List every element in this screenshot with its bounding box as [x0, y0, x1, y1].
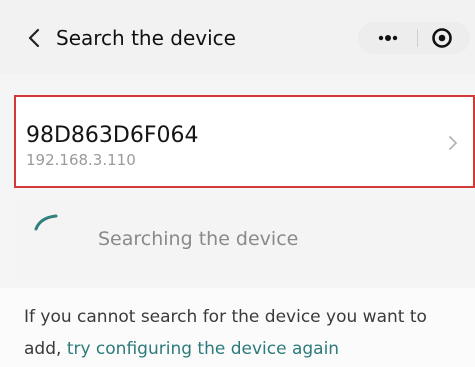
hint-text-line2: add, try configuring the device again	[24, 338, 339, 360]
more-dots-icon[interactable]	[372, 28, 404, 48]
reconfigure-link[interactable]: try configuring the device again	[67, 339, 339, 359]
target-icon[interactable]	[431, 27, 453, 49]
chevron-right-icon	[449, 136, 457, 150]
hint-prefix: add,	[24, 339, 62, 359]
device-name: 98D863D6F064	[26, 123, 199, 148]
capsule-divider	[417, 29, 418, 47]
header: Search the device	[0, 0, 475, 74]
loading-spinner-icon	[34, 214, 58, 231]
search-device-screen: Search the device 98D863D6F064 192.168.3…	[0, 0, 475, 367]
device-list-item[interactable]: 98D863D6F064 192.168.3.110	[14, 95, 475, 188]
hint-box: If you cannot search for the device you …	[0, 288, 475, 367]
chevron-left-icon[interactable]	[24, 28, 44, 48]
mini-program-capsule	[358, 22, 470, 54]
hint-text-line1: If you cannot search for the device you …	[24, 307, 427, 327]
device-ip: 192.168.3.110	[26, 151, 136, 169]
searching-text: Searching the device	[98, 228, 299, 250]
searching-status: Searching the device	[14, 198, 475, 278]
page-title: Search the device	[56, 26, 236, 50]
